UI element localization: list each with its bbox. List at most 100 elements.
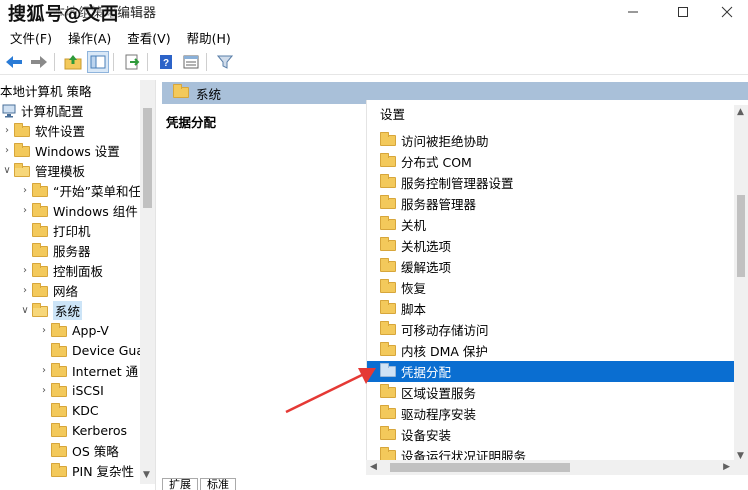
tree-item-admin-templates[interactable]: ∨ 管理模板 [0, 160, 85, 180]
folder-icon [380, 237, 396, 251]
tree-item-iscsi[interactable]: › iSCSI [37, 380, 104, 400]
up-folder-button[interactable] [62, 51, 84, 73]
list-item[interactable]: 服务控制管理器设置 [367, 172, 735, 193]
tree-item-printers[interactable]: 打印机 [18, 220, 91, 240]
chevron-right-icon[interactable]: › [18, 200, 32, 220]
tree-item-kerberos[interactable]: Kerberos [37, 420, 127, 440]
list-item[interactable]: 缓解选项 [367, 256, 735, 277]
folder-icon [14, 142, 30, 157]
list-horizontal-scrollbar[interactable]: ◀ ▶ [366, 460, 748, 475]
minimize-icon [628, 11, 638, 13]
filter-button[interactable] [214, 51, 236, 73]
chevron-down-icon[interactable]: ∨ [0, 160, 14, 180]
list-item[interactable]: 可移动存储访问 [367, 319, 735, 340]
tree-item-label: 本地计算机 策略 [0, 83, 92, 99]
chevron-right-icon[interactable]: › [18, 280, 32, 300]
filter-icon [217, 55, 233, 69]
list-vertical-scrollbar[interactable]: ▲ ▼ [734, 105, 748, 463]
folder-icon [51, 382, 67, 397]
pane-divider[interactable] [155, 80, 162, 490]
list-item[interactable]: 脚本 [367, 298, 735, 319]
list-item[interactable]: 关机选项 [367, 235, 735, 256]
tree-item-network[interactable]: › 网络 [18, 280, 78, 300]
tree-scrollbar-thumb[interactable] [143, 108, 152, 208]
tree-item-label: Windows 组件 [53, 203, 138, 219]
folder-icon [380, 384, 396, 398]
chevron-right-icon[interactable]: › [0, 140, 14, 160]
scroll-left-icon[interactable]: ◀ [370, 462, 377, 472]
maximize-button[interactable] [660, 0, 706, 24]
tree-item-computer-config[interactable]: 计算机配置 [2, 100, 84, 120]
list-hscrollbar-thumb[interactable] [390, 463, 570, 472]
folder-icon [32, 222, 48, 237]
tree-item-control-panel[interactable]: › 控制面板 [18, 260, 103, 280]
tree-item-device-guard[interactable]: Device Gua [37, 340, 144, 360]
back-icon [6, 55, 22, 68]
list-item[interactable]: 分布式 COM [367, 151, 735, 172]
back-button[interactable] [3, 51, 25, 73]
chevron-right-icon[interactable]: › [18, 180, 32, 200]
tab-extended[interactable]: 扩展 [162, 478, 198, 490]
tree-item-system[interactable]: ∨ 系统 [18, 300, 83, 320]
export-list-button[interactable] [121, 51, 143, 73]
toolbar-separator [113, 52, 114, 71]
list-item[interactable]: 内核 DMA 保护 [367, 340, 735, 361]
folder-icon [380, 405, 396, 419]
tree-item-os-policy[interactable]: OS 策略 [37, 440, 119, 460]
menu-view[interactable]: 查看(V) [121, 28, 176, 47]
help-button[interactable]: ? [155, 51, 177, 73]
tree-item-windows-components[interactable]: › Windows 组件 [18, 200, 138, 220]
minimize-button[interactable] [610, 0, 656, 24]
tree-item-kdc[interactable]: KDC [37, 400, 99, 420]
tree-item-label: OS 策略 [72, 443, 119, 459]
tree-item-windows-settings[interactable]: › Windows 设置 [0, 140, 120, 160]
list-column-header[interactable]: 设置 [367, 100, 748, 126]
chevron-right-icon[interactable]: › [37, 320, 51, 340]
menu-help[interactable]: 帮助(H) [181, 28, 237, 47]
list-item-label: 设备安装 [401, 428, 452, 443]
list-item[interactable]: 设备安装 [367, 424, 735, 445]
list-scrollbar-thumb[interactable] [737, 195, 745, 277]
scroll-up-icon[interactable]: ▲ [737, 107, 744, 117]
close-button[interactable] [704, 0, 748, 24]
tab-standard[interactable]: 标准 [200, 478, 236, 490]
list-item[interactable]: 关机 [367, 214, 735, 235]
close-icon [721, 6, 733, 18]
tree-item-internet-comm[interactable]: › Internet 通 [37, 360, 138, 380]
menu-action[interactable]: 操作(A) [62, 28, 117, 47]
list-item[interactable]: 恢复 [367, 277, 735, 298]
forward-button[interactable] [28, 51, 50, 73]
tree-item-pin-complexity[interactable]: PIN 复杂性 [37, 460, 134, 480]
menu-file[interactable]: 文件(F) [4, 28, 58, 47]
tree-scrollbar[interactable]: ▼ [140, 80, 155, 484]
folder-icon [14, 122, 30, 137]
show-hide-tree-button[interactable] [87, 50, 109, 73]
list-item[interactable]: 区域设置服务 [367, 382, 735, 403]
up-folder-icon [64, 54, 82, 69]
list-item[interactable]: 驱动程序安装 [367, 403, 735, 424]
list-item-selected[interactable]: 凭据分配 [367, 361, 735, 382]
right-pane-title: 系统 [196, 86, 222, 102]
tree-item-start-menu[interactable]: › “开始”菜单和任 [18, 180, 141, 200]
folder-icon [380, 279, 396, 293]
tree-item-software-settings[interactable]: › 软件设置 [0, 120, 85, 140]
tree-item-server[interactable]: 服务器 [18, 240, 91, 260]
chevron-right-icon[interactable]: › [0, 120, 14, 140]
chevron-down-icon[interactable]: ∨ [18, 300, 32, 320]
chevron-right-icon[interactable]: › [37, 360, 51, 380]
folder-icon [51, 402, 67, 417]
folder-icon [32, 242, 48, 257]
toolbar-separator [54, 52, 55, 71]
tree-item-label: Windows 设置 [35, 143, 120, 159]
list-item-label: 可移动存储访问 [401, 323, 489, 338]
tree-item-app-v[interactable]: › App-V [37, 320, 109, 340]
scroll-right-icon[interactable]: ▶ [723, 462, 730, 472]
chevron-right-icon[interactable]: › [37, 380, 51, 400]
list-item[interactable]: 服务器管理器 [367, 193, 735, 214]
chevron-right-icon[interactable]: › [18, 260, 32, 280]
scroll-down-icon[interactable]: ▼ [143, 470, 150, 480]
list-item-label: 分布式 COM [401, 155, 472, 170]
list-item[interactable]: 访问被拒绝协助 [367, 130, 735, 151]
properties-button[interactable] [180, 51, 202, 73]
tree-item-local-policy[interactable]: 本地计算机 策略 [0, 80, 91, 100]
